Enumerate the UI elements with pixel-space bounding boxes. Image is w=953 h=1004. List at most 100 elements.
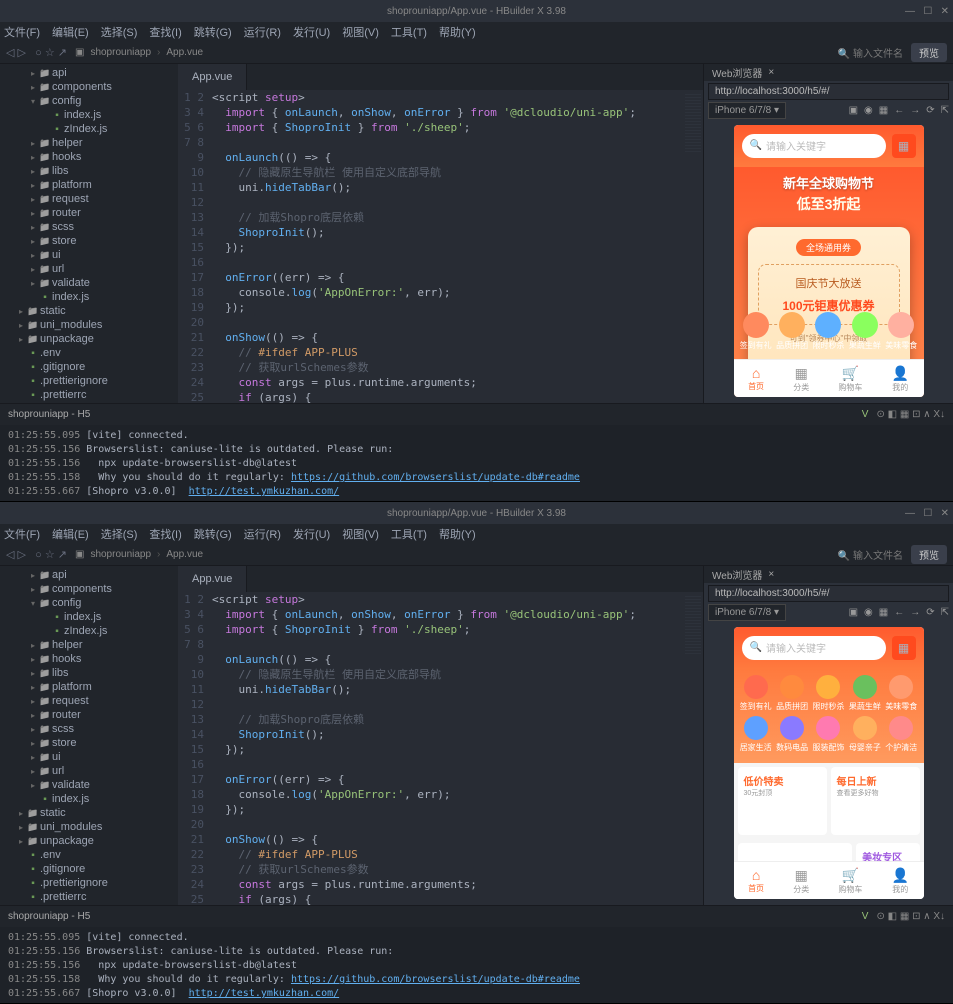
menu-item[interactable]: 选择(S) <box>101 526 138 542</box>
file-explorer[interactable]: ▸api▸components▾config▪index.js▪zIndex.j… <box>0 64 178 403</box>
nav-arrows[interactable]: ◁ ▷ ○ ☆ ↗ <box>6 46 67 59</box>
preview-tools[interactable]: ▣ ◉ ▦ ← → ⟳ ⇱ <box>849 607 949 618</box>
file-item[interactable]: ▪.prettierignore <box>0 876 178 890</box>
devtools-icon[interactable]: ▦ <box>879 105 888 116</box>
terminal-tools[interactable]: V ⊙ ◧ ▦ ⊡ ∧ X↓ <box>862 409 945 420</box>
menu-item[interactable]: 帮助(Y) <box>439 24 476 40</box>
breadcrumb-file[interactable]: App.vue <box>166 47 203 58</box>
file-item[interactable]: ▪.gitignore <box>0 862 178 876</box>
phone-preview[interactable]: 请输入关键字 ▦ 签到有礼品质拼团限时秒杀果蔬生鲜美味零食 居家生活数码电品服装… <box>734 627 924 899</box>
file-search[interactable]: 🔍 输入文件名 <box>838 547 903 562</box>
category-item[interactable]: 限时秒杀 <box>812 675 844 712</box>
inspect-icon[interactable]: ◉ <box>864 607 873 618</box>
folder-item[interactable]: ▸router <box>0 206 178 220</box>
file-item[interactable]: ▪zIndex.js <box>0 122 178 136</box>
devtools-icon[interactable]: ▦ <box>879 607 888 618</box>
category-item[interactable]: 美味零食 <box>885 675 917 712</box>
folder-item[interactable]: ▸components <box>0 80 178 94</box>
file-item[interactable]: ▪index.js <box>0 290 178 304</box>
menu-item[interactable]: 运行(R) <box>244 24 281 40</box>
folder-item[interactable]: ▸store <box>0 234 178 248</box>
preview-tab[interactable]: Web浏览器× <box>704 566 953 583</box>
shop-search-input[interactable]: 请输入关键字 <box>742 134 886 158</box>
folder-item[interactable]: ▸validate <box>0 778 178 792</box>
shop-search-input[interactable]: 请输入关键字 <box>742 636 886 660</box>
category-item[interactable]: 果蔬生鲜 <box>849 312 881 351</box>
folder-item[interactable]: ▸scss <box>0 220 178 234</box>
refresh-icon[interactable]: ⟳ <box>926 607 934 618</box>
menu-item[interactable]: 查找(I) <box>149 24 181 40</box>
promo-card[interactable]: 每日上新 查看更多好物 <box>831 767 920 835</box>
category-item[interactable]: 个护清洁 <box>885 716 917 753</box>
folder-item[interactable]: ▸url <box>0 764 178 778</box>
close-icon[interactable]: × <box>768 67 774 78</box>
minimap[interactable] <box>683 90 703 403</box>
phone-preview[interactable]: 请输入关键字 ▦ 新年全球购物节 低至3折起 全场通用券 国庆节大放送 100元… <box>734 125 924 397</box>
preview-tools[interactable]: ▣◉▦←→⟳⇱ <box>849 105 949 116</box>
back-icon[interactable]: ← <box>894 607 904 618</box>
folder-item[interactable]: ▸api <box>0 568 178 582</box>
tabbar-item[interactable]: ▦分类 <box>793 365 809 393</box>
folder-item[interactable]: ▸libs <box>0 164 178 178</box>
folder-item[interactable]: ▸helper <box>0 136 178 150</box>
folder-item[interactable]: ▸request <box>0 694 178 708</box>
folder-item[interactable]: ▸request <box>0 192 178 206</box>
nav-arrows[interactable]: ◁ ▷ ○ ☆ ↗ <box>6 548 67 561</box>
editor-tab[interactable]: App.vue <box>178 566 247 592</box>
category-item[interactable]: 美味零食 <box>885 312 917 351</box>
file-item[interactable]: ▪.env <box>0 346 178 360</box>
minimap[interactable] <box>683 592 703 905</box>
tabbar-item[interactable]: 🛒购物车 <box>838 365 862 393</box>
menu-item[interactable]: 视图(V) <box>342 24 379 40</box>
category-item[interactable]: 签到有礼 <box>740 675 772 712</box>
folder-item[interactable]: ▸router <box>0 708 178 722</box>
menu-item[interactable]: 运行(R) <box>244 526 281 542</box>
category-item[interactable]: 品质拼团 <box>776 675 808 712</box>
folder-item[interactable]: ▸unpackage <box>0 332 178 346</box>
screenshot-icon[interactable]: ▣ <box>849 607 858 618</box>
folder-item[interactable]: ▸components <box>0 582 178 596</box>
menu-item[interactable]: 编辑(E) <box>52 24 89 40</box>
editor-tab[interactable]: App.vue <box>178 64 247 90</box>
terminal[interactable]: 01:25:55.095 [vite] connected. 01:25:55.… <box>0 425 953 501</box>
file-item[interactable]: ▪.prettierrc <box>0 890 178 904</box>
forward-icon[interactable]: → <box>910 607 920 618</box>
folder-item[interactable]: ▸api <box>0 66 178 80</box>
scan-icon[interactable]: ▦ <box>892 134 916 158</box>
url-bar[interactable]: http://localhost:3000/h5/#/ <box>708 83 949 100</box>
tabbar-item[interactable]: ⌂首页 <box>748 867 764 894</box>
folder-item[interactable]: ▸ui <box>0 248 178 262</box>
open-icon[interactable]: ⇱ <box>941 607 949 618</box>
tabbar-item[interactable]: ⌂首页 <box>748 365 764 392</box>
folder-item[interactable]: ▸unpackage <box>0 834 178 848</box>
menu-item[interactable]: 发行(U) <box>293 24 330 40</box>
category-item[interactable]: 限时秒杀 <box>812 312 844 351</box>
folder-item[interactable]: ▸platform <box>0 178 178 192</box>
menu-item[interactable]: 选择(S) <box>101 24 138 40</box>
device-select[interactable]: iPhone 6/7/8 ▾ <box>708 102 786 119</box>
file-explorer[interactable]: ▸api▸components▾config▪index.js▪zIndex.j… <box>0 566 178 905</box>
folder-item[interactable]: ▸static <box>0 806 178 820</box>
menu-item[interactable]: 帮助(Y) <box>439 526 476 542</box>
category-item[interactable]: 居家生活 <box>740 716 772 753</box>
file-item[interactable]: ▪index.js <box>0 610 178 624</box>
category-item[interactable]: 数码电品 <box>776 716 808 753</box>
menu-item[interactable]: 文件(F) <box>4 24 40 40</box>
category-item[interactable]: 品质拼团 <box>776 312 808 351</box>
folder-item[interactable]: ▸scss <box>0 722 178 736</box>
breadcrumb-file[interactable]: App.vue <box>166 549 203 560</box>
folder-item[interactable]: ▸ui <box>0 750 178 764</box>
scan-icon[interactable]: ▦ <box>892 636 916 660</box>
preview-button[interactable]: 预览 <box>911 43 947 62</box>
file-search[interactable]: 🔍 输入文件名 <box>838 45 903 60</box>
folder-item[interactable]: ▸validate <box>0 276 178 290</box>
menu-item[interactable]: 编辑(E) <box>52 526 89 542</box>
terminal[interactable]: 01:25:55.095 [vite] connected. 01:25:55.… <box>0 927 953 1003</box>
breadcrumb-root[interactable]: shoprouniapp <box>90 47 151 58</box>
folder-item[interactable]: ▸store <box>0 736 178 750</box>
refresh-icon[interactable]: ⟳ <box>926 105 934 116</box>
folder-item[interactable]: ▸hooks <box>0 652 178 666</box>
category-item[interactable]: 签到有礼 <box>740 312 772 351</box>
menu-item[interactable]: 跳转(G) <box>194 24 232 40</box>
category-item[interactable]: 果蔬生鲜 <box>849 675 881 712</box>
